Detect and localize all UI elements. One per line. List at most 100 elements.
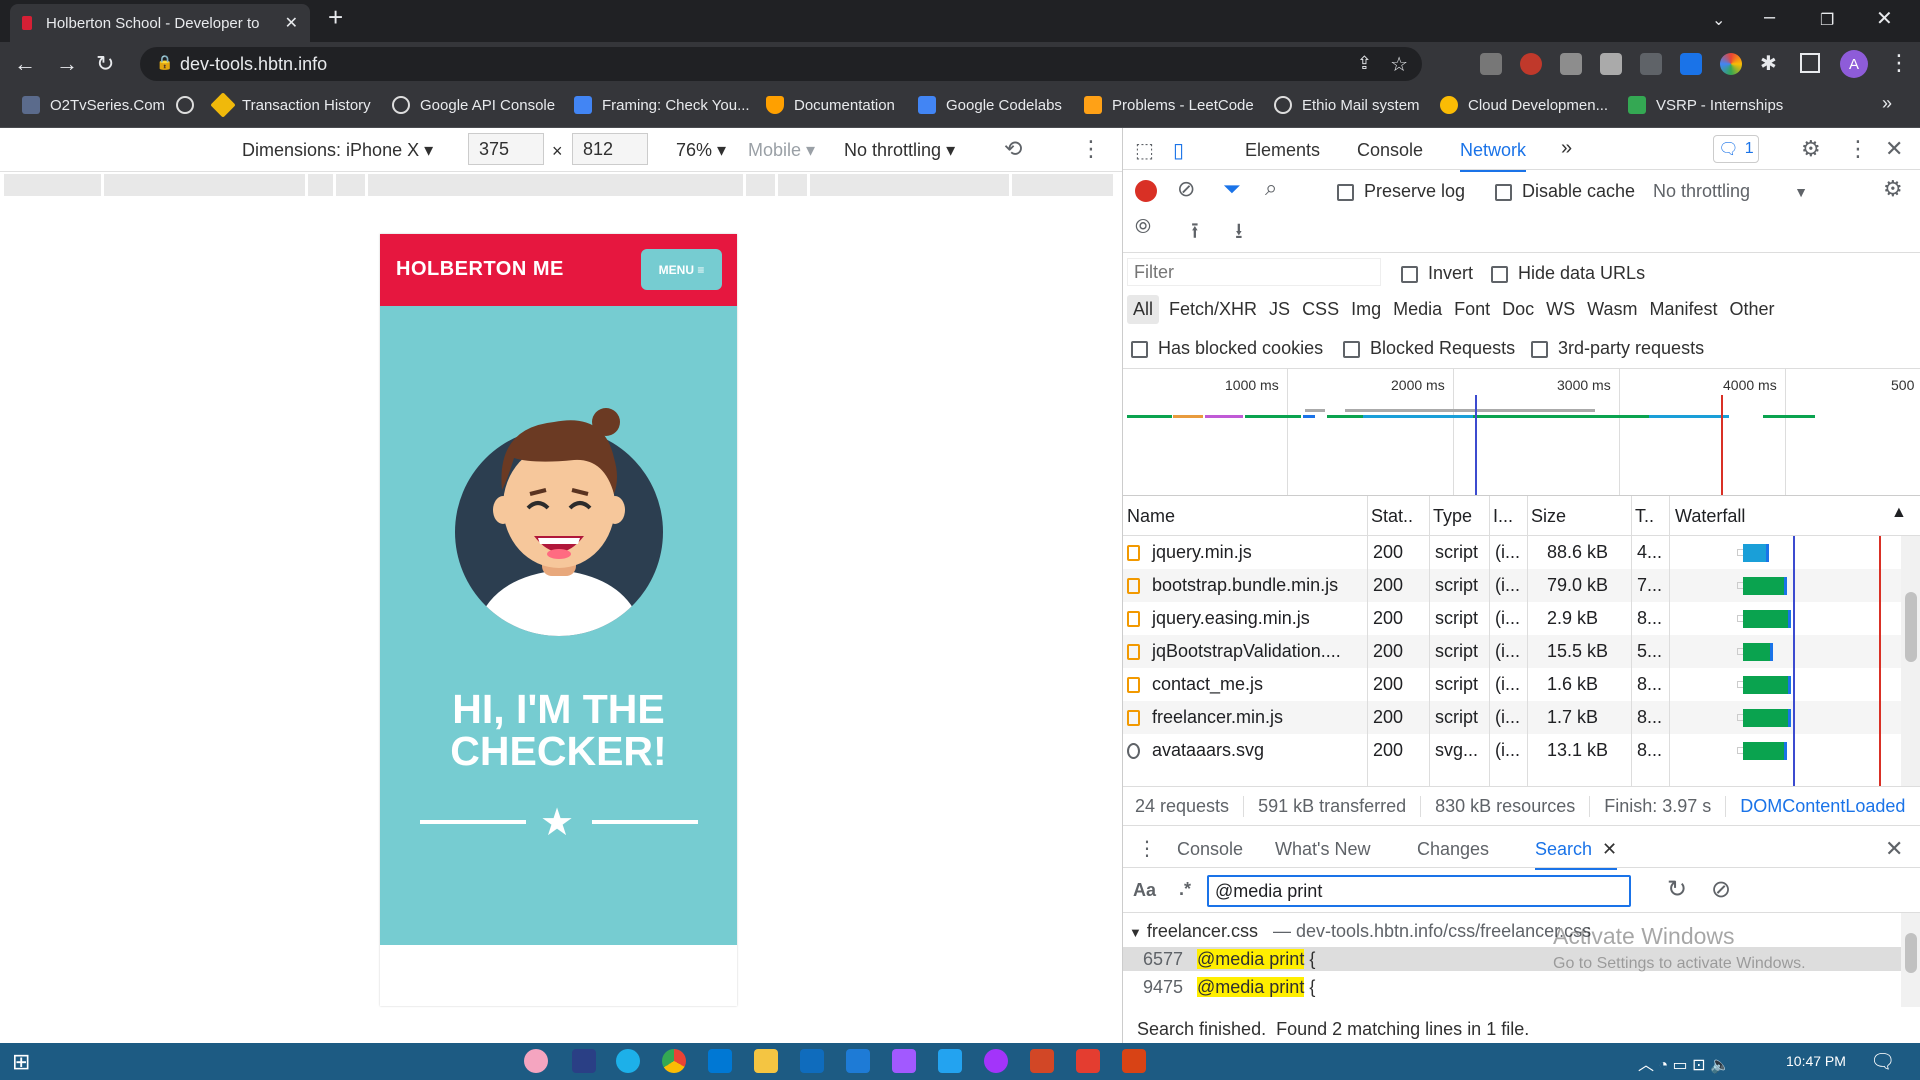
media-query-bar[interactable]: [1012, 174, 1116, 196]
blocked-cookies-checkbox[interactable]: Has blocked cookies: [1131, 338, 1323, 359]
menu-button[interactable]: MENU ≡: [641, 249, 722, 290]
disable-cache-checkbox[interactable]: Disable cache: [1495, 181, 1635, 202]
taskbar-app-icon[interactable]: [846, 1049, 870, 1073]
store-icon[interactable]: [708, 1049, 732, 1073]
system-tray-icons[interactable]: ︿ ◔ ▭ ⊡ 🔈: [1638, 1051, 1730, 1075]
drawer-tab-search[interactable]: Search ✕: [1535, 839, 1618, 870]
regex-toggle[interactable]: .*: [1179, 879, 1191, 900]
request-row[interactable]: avataaars.svg 200 svg... (i... 13.1 kB 8...: [1123, 734, 1901, 767]
match-case-toggle[interactable]: Aa: [1133, 880, 1156, 901]
close-devtools-icon[interactable]: ✕: [1885, 136, 1903, 162]
file-explorer-icon[interactable]: [754, 1049, 778, 1073]
bookmark-item[interactable]: Documentation: [766, 96, 895, 114]
filter-icon[interactable]: ⏷: [1223, 176, 1241, 202]
filter-fetch-xhr[interactable]: Fetch/XHR: [1169, 299, 1257, 320]
results-scrollbar[interactable]: [1901, 913, 1920, 1007]
expand-triangle-icon[interactable]: ▼: [1129, 925, 1142, 940]
tab-elements[interactable]: Elements: [1245, 140, 1320, 161]
restore-button[interactable]: ❐: [1820, 10, 1834, 30]
taskbar-app-icon[interactable]: [1122, 1049, 1146, 1073]
bookmark-star-icon[interactable]: ☆: [1390, 52, 1408, 77]
clear-icon[interactable]: ⊘: [1177, 176, 1195, 202]
export-har-icon[interactable]: ⭳: [1235, 214, 1243, 252]
media-query-bar[interactable]: [4, 174, 104, 196]
bookmark-item[interactable]: Google API Console: [392, 96, 555, 114]
bookmark-item[interactable]: Transaction History: [210, 92, 371, 118]
vscode-icon[interactable]: [938, 1049, 962, 1073]
column-status[interactable]: Stat..: [1371, 506, 1413, 527]
close-search-tab-icon[interactable]: ✕: [1602, 839, 1617, 859]
column-time[interactable]: T..: [1635, 506, 1654, 527]
column-type[interactable]: Type: [1433, 506, 1472, 527]
inspect-element-icon[interactable]: ⬚: [1135, 138, 1154, 163]
column-size[interactable]: Size: [1531, 506, 1566, 527]
device-options-icon[interactable]: ⋮: [1080, 136, 1102, 162]
network-settings-icon[interactable]: ⚙: [1883, 176, 1903, 202]
edge-icon[interactable]: [616, 1049, 640, 1073]
drawer-tab-whats-new[interactable]: What's New: [1275, 839, 1370, 860]
result-file-row[interactable]: ▼ freelancer.css — dev-tools.hbtn.info/c…: [1129, 921, 1591, 942]
request-row[interactable]: jqBootstrapValidation.... 200 script (i... 1…: [1123, 635, 1901, 668]
notifications-icon[interactable]: 🗨: [1870, 1049, 1895, 1074]
windows-start-icon[interactable]: ⊞: [12, 1049, 30, 1075]
extension-icon[interactable]: [1520, 53, 1542, 75]
extension-icon[interactable]: [1640, 53, 1662, 75]
back-icon[interactable]: ←: [14, 51, 36, 77]
bookmark-item[interactable]: Ethio Mail system: [1274, 96, 1420, 114]
refresh-search-icon[interactable]: ↻: [1667, 875, 1687, 904]
filter-font[interactable]: Font: [1454, 299, 1490, 320]
chrome-icon[interactable]: [662, 1049, 686, 1073]
drawer-menu-icon[interactable]: ⋮: [1137, 836, 1157, 861]
close-tab-icon[interactable]: ✕: [285, 13, 298, 33]
invert-checkbox[interactable]: Invert: [1401, 263, 1473, 284]
tab-console[interactable]: Console: [1357, 140, 1423, 161]
filter-other[interactable]: Other: [1730, 299, 1775, 320]
new-tab-button[interactable]: +: [328, 2, 343, 33]
search-result-row[interactable]: 9475 @media print {: [1123, 975, 1901, 999]
taskbar-app-icon[interactable]: [1076, 1049, 1100, 1073]
bookmark-item[interactable]: VSRP - Internships: [1628, 96, 1783, 114]
media-query-bar[interactable]: [368, 174, 746, 196]
column-name[interactable]: Name: [1127, 506, 1175, 527]
tab-search-icon[interactable]: ⌄: [1712, 10, 1725, 30]
close-window-button[interactable]: ✕: [1876, 6, 1893, 31]
device-select[interactable]: Dimensions: iPhone X ▾: [242, 140, 433, 161]
device-height-input[interactable]: 812: [572, 133, 648, 165]
extension-icon[interactable]: [1480, 53, 1502, 75]
drawer-tab-changes[interactable]: Changes: [1417, 839, 1489, 860]
filter-js[interactable]: JS: [1269, 299, 1290, 320]
media-query-bar[interactable]: [778, 174, 810, 196]
media-query-bar[interactable]: [336, 174, 368, 196]
hide-data-urls-checkbox[interactable]: Hide data URLs: [1491, 263, 1645, 284]
device-width-input[interactable]: 375: [468, 133, 544, 165]
filter-all[interactable]: All: [1127, 294, 1160, 324]
side-panel-icon[interactable]: [1800, 53, 1820, 73]
taskbar-app-icon[interactable]: [524, 1049, 548, 1073]
issues-badge[interactable]: 🗨 1: [1713, 135, 1759, 163]
mail-icon[interactable]: [800, 1049, 824, 1073]
bookmark-item[interactable]: [176, 96, 204, 114]
column-initiator[interactable]: I...: [1493, 506, 1513, 527]
chrome-menu-icon[interactable]: ⋮: [1888, 50, 1910, 76]
clear-search-icon[interactable]: ⊘: [1711, 875, 1731, 904]
extension-icon[interactable]: [1560, 53, 1582, 75]
scrollbar-thumb[interactable]: [1905, 933, 1917, 973]
more-tabs-icon[interactable]: »: [1561, 137, 1572, 160]
bookmark-item[interactable]: Cloud Developmen...: [1440, 96, 1608, 114]
reload-icon[interactable]: ↻: [96, 51, 114, 77]
profile-avatar[interactable]: A: [1840, 50, 1868, 78]
media-query-bar[interactable]: [308, 174, 336, 196]
extension-icon[interactable]: [1720, 53, 1742, 75]
request-row[interactable]: bootstrap.bundle.min.js 200 script (i... 79.…: [1123, 569, 1901, 602]
filter-ws[interactable]: WS: [1546, 299, 1575, 320]
request-row[interactable]: jquery.min.js 200 script (i... 88.6 kB 4...: [1123, 536, 1901, 569]
request-row[interactable]: freelancer.min.js 200 script (i... 1.7 kB 8..…: [1123, 701, 1901, 734]
network-conditions-icon[interactable]: ⦾: [1135, 216, 1151, 239]
extensions-puzzle-icon[interactable]: ✱: [1760, 51, 1777, 76]
extension-icon[interactable]: [1600, 53, 1622, 75]
search-icon[interactable]: ⌕: [1265, 175, 1277, 201]
device-mode-select[interactable]: Mobile ▾: [748, 140, 815, 161]
search-input[interactable]: [1207, 875, 1631, 907]
taskbar-clock[interactable]: 10:47 PM: [1786, 1053, 1846, 1069]
request-row[interactable]: contact_me.js 200 script (i... 1.6 kB 8...: [1123, 668, 1901, 701]
